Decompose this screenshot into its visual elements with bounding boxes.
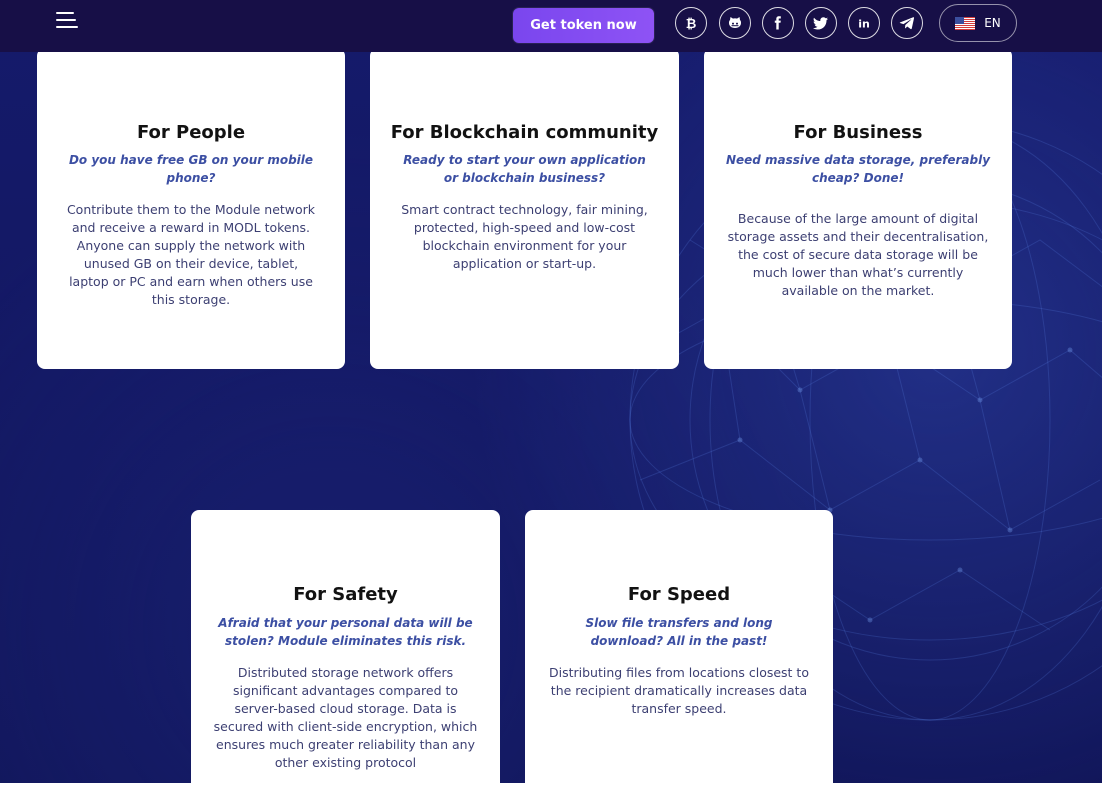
- get-token-button[interactable]: Get token now: [513, 8, 654, 43]
- feature-card-people: For People Do you have free GB on your m…: [37, 48, 345, 369]
- card-subtitle: Slow file transfers and long download? A…: [585, 616, 773, 648]
- card-title: For Blockchain community: [390, 122, 659, 143]
- card-title: For Business: [793, 122, 923, 143]
- facebook-icon[interactable]: [762, 7, 794, 39]
- svg-text:₿: ₿: [686, 17, 697, 31]
- card-description: Distributing files from locations closes…: [549, 665, 809, 716]
- feature-card-blockchain: For Blockchain community Ready to start …: [370, 48, 679, 369]
- top-navigation-bar: Get token now ₿ in EN: [0, 0, 1102, 52]
- linkedin-icon[interactable]: in: [848, 7, 880, 39]
- us-flag-icon: [955, 16, 976, 30]
- card-description: Because of the large amount of digital s…: [727, 211, 989, 298]
- card-title: For Safety: [293, 584, 398, 605]
- card-subtitle: Afraid that your personal data will be s…: [218, 616, 473, 648]
- github-icon[interactable]: [719, 7, 751, 39]
- card-subtitle: Need massive data storage, preferably ch…: [725, 153, 991, 185]
- language-selector[interactable]: EN: [939, 4, 1017, 42]
- feature-card-safety: For Safety Afraid that your personal dat…: [191, 510, 500, 786]
- feature-card-business: For Business Need massive data storage, …: [704, 48, 1012, 369]
- card-title: For People: [136, 122, 246, 143]
- card-subtitle: Do you have free GB on your mobile phone…: [68, 153, 314, 185]
- card-description: Smart contract technology, fair mining, …: [401, 202, 648, 271]
- card-description: Contribute them to the Module network an…: [66, 202, 316, 307]
- card-subtitle: Ready to start your own application or b…: [403, 153, 646, 185]
- twitter-icon[interactable]: [805, 7, 837, 39]
- svg-text:in: in: [858, 18, 870, 31]
- card-description: Distributed storage network offers signi…: [213, 665, 478, 770]
- language-label: EN: [984, 16, 1001, 30]
- feature-card-speed: For Speed Slow file transfers and long d…: [525, 510, 833, 786]
- card-title: For Speed: [627, 584, 731, 605]
- telegram-icon[interactable]: [891, 7, 923, 39]
- bitcoin-icon[interactable]: ₿: [675, 7, 707, 39]
- hamburger-menu-icon[interactable]: [56, 10, 78, 32]
